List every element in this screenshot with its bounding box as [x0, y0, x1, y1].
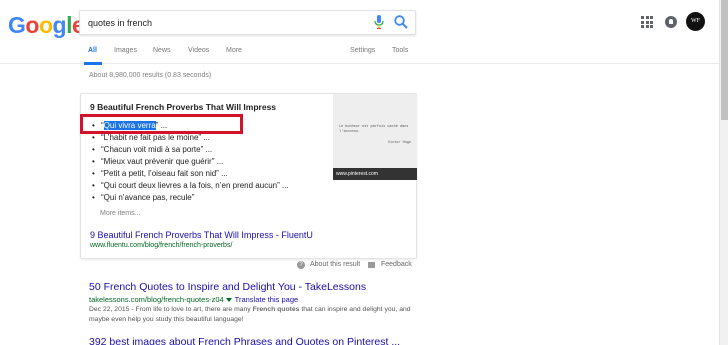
- item-text: “Chacun voit midi à sa porte” ...: [101, 145, 213, 154]
- avatar[interactable]: WF: [686, 12, 705, 31]
- image-quote-text: Le bonheur est parfois caché dans l'inco…: [339, 125, 409, 134]
- dropdown-arrow-icon[interactable]: [225, 297, 232, 302]
- tab-more[interactable]: More: [226, 47, 242, 54]
- tab-news[interactable]: News: [153, 47, 171, 54]
- item-text: “Qui court deux lievres a la fois, n’en …: [101, 181, 289, 190]
- item-text: “Petit a petit, l’oiseau fait son nid” .…: [101, 169, 228, 178]
- snippet-title: 9 Beautiful French Proverbs That Will Im…: [90, 102, 277, 112]
- snippet-image[interactable]: Le bonheur est parfois caché dans l'inco…: [333, 94, 417, 180]
- snippet-text: From life to love to art, there are many: [135, 306, 253, 313]
- snippet-result-url: www.fluentu.com/blog/french/french-prove…: [90, 242, 233, 249]
- item-text: “Mieux vaut prévenir que guérir” ...: [101, 157, 224, 166]
- search-box[interactable]: [79, 10, 416, 35]
- header: Google WF All Images News Videos More Se…: [0, 0, 719, 65]
- list-item: “Qui court deux lievres a la fois, n’en …: [92, 180, 289, 192]
- microphone-icon[interactable]: [372, 14, 386, 30]
- highlight-annotation-box: [80, 114, 243, 134]
- list-item: “Chacun voit midi à sa porte” ...: [92, 144, 289, 156]
- tab-images[interactable]: Images: [114, 47, 137, 54]
- snippet-bold: French quotes: [252, 306, 300, 313]
- google-logo[interactable]: Google: [8, 12, 85, 39]
- tab-tools[interactable]: Tools: [392, 47, 408, 54]
- result-url-text: takelessons.com/blog/french-quotes-z04: [89, 295, 224, 304]
- tab-all[interactable]: All: [88, 47, 97, 54]
- snippet-date: Dec 22, 2015 -: [89, 306, 136, 313]
- search-tabs: All Images News Videos More Settings Too…: [0, 45, 719, 64]
- translate-link[interactable]: Translate this page: [235, 295, 299, 304]
- scrollbar[interactable]: [719, 0, 728, 345]
- image-author: Victor Hugo: [387, 141, 411, 145]
- image-source: www.pinterest.com: [333, 168, 417, 180]
- question-icon[interactable]: ?: [297, 261, 305, 269]
- about-this-result-link[interactable]: About this result: [310, 261, 360, 268]
- result-stats: About 8,980,000 results (0.83 seconds): [89, 72, 212, 79]
- more-items-link[interactable]: More items...: [100, 210, 140, 217]
- logo-letter: o: [38, 12, 53, 38]
- notifications-icon[interactable]: [665, 16, 677, 28]
- scrollbar-thumb[interactable]: [721, 0, 728, 120]
- list-item: “Petit a petit, l’oiseau fait son nid” .…: [92, 168, 289, 180]
- feedback-icon[interactable]: [368, 262, 375, 268]
- list-item: “Mieux vaut prévenir que guérir” ...: [92, 156, 289, 168]
- active-tab-indicator: [84, 62, 102, 65]
- result-title[interactable]: 50 French Quotes to Inspire and Delight …: [89, 281, 366, 293]
- logo-letter: g: [52, 12, 67, 38]
- tab-videos[interactable]: Videos: [188, 47, 209, 54]
- search-icon[interactable]: [393, 14, 409, 30]
- item-text: “L’habit ne fait pas le moine” ...: [101, 133, 210, 142]
- search-input[interactable]: [88, 15, 358, 31]
- result-title[interactable]: 392 best images about French Phrases and…: [89, 336, 400, 345]
- tab-settings[interactable]: Settings: [350, 47, 375, 54]
- logo-letter: G: [8, 12, 26, 38]
- feedback-link[interactable]: Feedback: [381, 261, 412, 268]
- result-snippet: Dec 22, 2015 - From life to love to art,…: [89, 305, 419, 325]
- item-text: “Qui n’avance pas, recule”: [101, 193, 195, 202]
- result-url: takelessons.com/blog/french-quotes-z04 Tr…: [89, 295, 298, 304]
- list-item: “Qui n’avance pas, recule”: [92, 192, 289, 204]
- snippet-result-link[interactable]: 9 Beautiful French Proverbs That Will Im…: [90, 230, 313, 240]
- logo-letter: o: [25, 12, 39, 38]
- apps-grid-icon[interactable]: [641, 16, 653, 28]
